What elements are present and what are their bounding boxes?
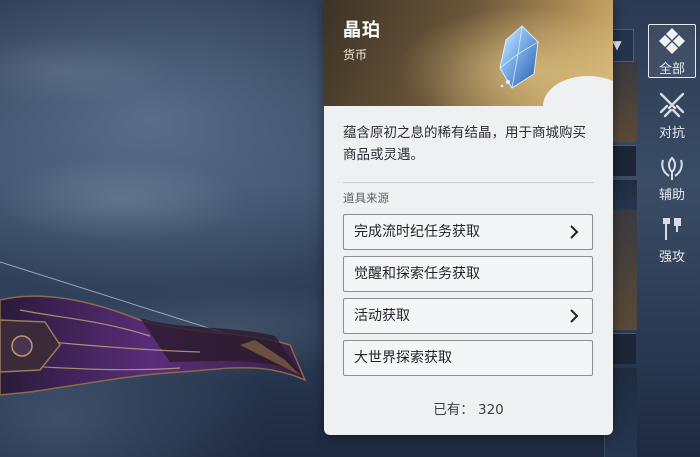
- owned-count: 已有： 320: [324, 398, 613, 418]
- category-assault-tab[interactable]: 强攻: [644, 210, 700, 268]
- item-name: 晶珀: [343, 20, 381, 41]
- category-label: 辅助: [658, 188, 685, 203]
- chevron-right-icon: [570, 225, 579, 239]
- owned-label: 已有：: [433, 402, 474, 418]
- assault-icon: [663, 218, 681, 240]
- dropdown-arrow-icon: ▼: [612, 38, 622, 52]
- source-button-world-explore[interactable]: 大世界探索获取: [343, 340, 593, 376]
- category-label: 强攻: [658, 250, 685, 265]
- source-label: 完成流时纪任务获取: [354, 224, 480, 240]
- item-type: 货币: [343, 48, 368, 62]
- category-all-tab[interactable]: 全部: [644, 22, 700, 80]
- source-label: 觉醒和探索任务获取: [354, 266, 480, 282]
- crystal-item-icon: [499, 25, 539, 89]
- source-button-events[interactable]: 活动获取: [343, 298, 593, 334]
- crossed-swords-icon: [659, 92, 685, 118]
- category-label: 对抗: [658, 126, 685, 141]
- owned-value: 320: [478, 402, 504, 418]
- item-description: 蕴含原初之息的稀有结晶，用于商城购买商品或灵遇。: [343, 125, 586, 163]
- item-detail-panel: 晶珀 货币 蕴含原初之息的稀有结晶，用于商城购买商品或灵遇。 道具来源 完成流时…: [324, 0, 613, 435]
- chevron-right-icon: [570, 309, 579, 323]
- category-label: 全部: [658, 62, 685, 77]
- grid-icon: [659, 28, 685, 54]
- divider: [343, 182, 594, 183]
- category-support-tab[interactable]: 辅助: [644, 148, 700, 206]
- item-header: 晶珀 货币: [324, 0, 613, 136]
- sources-heading: 道具来源: [343, 191, 389, 205]
- source-button-awaken-explore-quest[interactable]: 觉醒和探索任务获取: [343, 256, 593, 292]
- support-icon: [661, 156, 683, 180]
- source-label: 大世界探索获取: [354, 350, 452, 366]
- source-label: 活动获取: [354, 308, 410, 324]
- source-button-timeline-quest[interactable]: 完成流时纪任务获取: [343, 214, 593, 250]
- purple-creature-artwork: [0, 261, 307, 396]
- category-confront-tab[interactable]: 对抗: [644, 86, 700, 144]
